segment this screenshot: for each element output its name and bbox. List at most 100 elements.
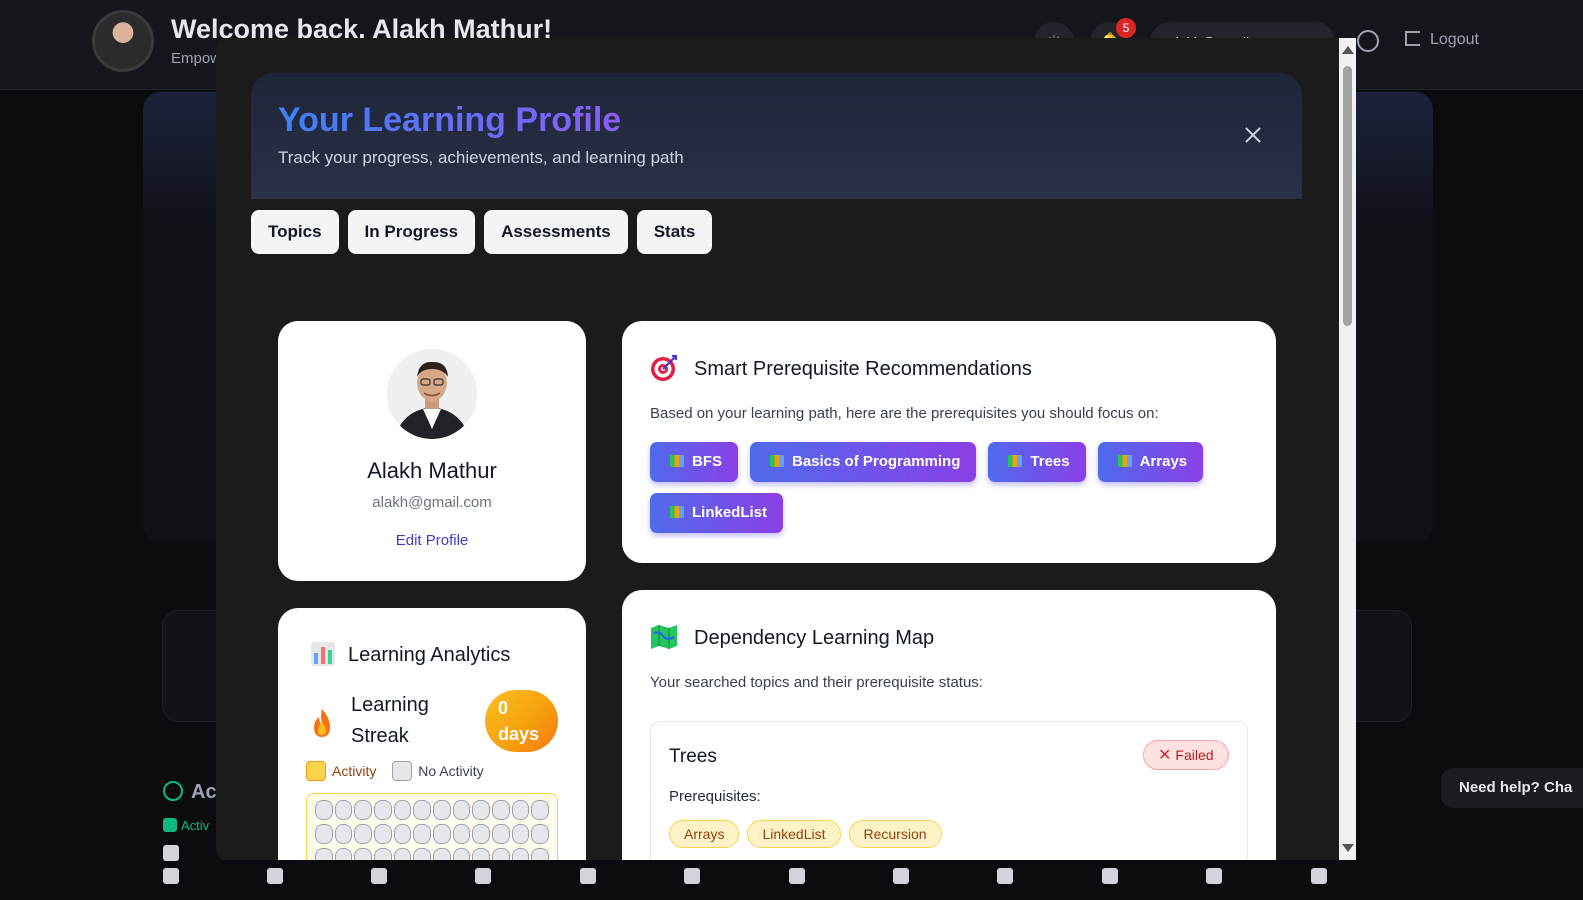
heatmap-cell xyxy=(511,800,530,820)
recommendations-title-text: Smart Prerequisite Recommendations xyxy=(694,358,1032,380)
activity-legend: Activity No Activity xyxy=(306,761,484,781)
prereq-chip-arrays[interactable]: Arrays xyxy=(1097,442,1204,482)
logout-button[interactable]: Logout xyxy=(1405,31,1479,49)
logout-icon xyxy=(1405,31,1420,46)
books-icon xyxy=(770,455,784,467)
heatmap-cell xyxy=(433,848,451,860)
tab-topics[interactable]: Topics xyxy=(251,210,339,254)
chat-icon[interactable] xyxy=(1357,30,1379,52)
activity-square xyxy=(580,868,596,884)
prerequisite-pill[interactable]: Arrays xyxy=(669,820,740,848)
profile-tabs: Topics In Progress Assessments Stats xyxy=(251,210,713,254)
activity-swatch xyxy=(306,761,326,781)
dependency-map-title: Dependency Learning Map xyxy=(650,623,934,651)
prerequisites-label: Prerequisites: xyxy=(669,788,761,805)
activity-square xyxy=(997,868,1013,884)
activity-square xyxy=(163,868,179,884)
heatmap-cell xyxy=(354,848,373,860)
topic-name: Trees xyxy=(669,746,717,767)
streak-value: 0 xyxy=(498,698,509,718)
heatmap-cell xyxy=(492,848,510,860)
heatmap-cell xyxy=(452,848,471,860)
heatmap-cell xyxy=(413,848,432,860)
chip-label: Arrays xyxy=(1139,453,1188,470)
prerequisite-pills: Arrays LinkedList Recursion xyxy=(669,820,942,848)
recommendations-title: Smart Prerequisite Recommendations xyxy=(650,354,1032,382)
dependency-learning-map-card: Dependency Learning Map Your searched to… xyxy=(622,590,1276,860)
header-avatar[interactable] xyxy=(92,10,154,72)
legend-no-activity-label: No Activity xyxy=(418,763,484,779)
no-activity-swatch xyxy=(392,761,413,781)
heatmap-cell xyxy=(413,824,432,844)
profile-avatar xyxy=(387,349,477,439)
legend-activity-label: Activity xyxy=(332,763,377,779)
recommendations-description: Based on your learning path, here are th… xyxy=(650,405,1159,422)
tab-assessments[interactable]: Assessments xyxy=(484,210,628,254)
help-chat-button[interactable]: Need help? Cha xyxy=(1441,768,1583,808)
books-icon xyxy=(1008,455,1023,467)
activity-legend: Activ xyxy=(163,818,209,833)
modal-header: Your Learning Profile Track your progres… xyxy=(251,73,1302,199)
heatmap-cell xyxy=(452,800,471,820)
analytics-title: Learning Analytics xyxy=(310,641,510,667)
activity-square xyxy=(1311,868,1327,884)
edit-profile-link[interactable]: Edit Profile xyxy=(278,532,586,549)
map-icon xyxy=(651,625,677,649)
profile-email: alakh@gmail.com xyxy=(372,494,492,511)
heatmap-cell xyxy=(393,824,412,844)
heatmap-cell xyxy=(531,848,550,860)
heatmap-cell xyxy=(334,800,353,820)
heatmap-cell xyxy=(472,800,491,820)
bar-chart-icon xyxy=(311,642,335,666)
clock-icon xyxy=(163,781,183,801)
heatmap-cell xyxy=(334,848,353,860)
heatmap-cell xyxy=(315,848,333,860)
heatmap-cell xyxy=(334,824,353,844)
tab-stats[interactable]: Stats xyxy=(636,210,713,254)
status-text: Failed xyxy=(1175,747,1214,763)
heatmap-cell xyxy=(472,824,491,844)
logout-label: Logout xyxy=(1430,31,1479,48)
prereq-chip-trees[interactable]: Trees xyxy=(988,442,1086,482)
prerequisite-pill[interactable]: Recursion xyxy=(848,820,942,848)
activity-square xyxy=(789,868,805,884)
heatmap-row xyxy=(315,848,550,860)
chip-label: Basics of Programming xyxy=(792,453,961,470)
scroll-down-icon[interactable] xyxy=(1342,844,1354,852)
legend-text: Activ xyxy=(181,818,210,833)
notification-badge: 5 xyxy=(1116,18,1136,38)
dependency-map-description: Your searched topics and their prerequis… xyxy=(650,674,983,691)
heatmap-cell xyxy=(472,848,491,860)
heatmap-cell xyxy=(492,800,510,820)
prerequisite-recommendations-card: Smart Prerequisite Recommendations Based… xyxy=(622,321,1276,563)
prerequisite-pill[interactable]: LinkedList xyxy=(747,820,841,848)
scroll-up-icon[interactable] xyxy=(1342,46,1354,54)
scrollbar-thumb[interactable] xyxy=(1343,66,1352,326)
chip-label: Trees xyxy=(1030,453,1070,470)
heatmap-cell xyxy=(315,824,333,844)
streak-label-line1: Learning xyxy=(351,694,429,716)
prereq-chip-bfs[interactable]: BFS xyxy=(650,442,738,482)
status-badge: ✕ Failed xyxy=(1143,740,1229,770)
heatmap-row xyxy=(315,800,550,820)
heatmap-cell xyxy=(433,800,451,820)
books-icon xyxy=(670,506,684,518)
close-icon[interactable] xyxy=(1236,118,1270,152)
activity-square xyxy=(267,868,283,884)
cross-icon: ✕ xyxy=(1158,747,1172,764)
profile-name: Alakh Mathur xyxy=(367,458,497,483)
prereq-chip-basics-of-programming[interactable]: Basics of Programming xyxy=(750,442,977,482)
modal-scrollbar[interactable] xyxy=(1339,38,1356,860)
heatmap-cell xyxy=(374,848,392,860)
profile-card: Alakh Mathur alakh@gmail.com Edit Profil… xyxy=(278,321,586,581)
heatmap-cell xyxy=(511,824,530,844)
legend-swatch xyxy=(163,818,177,832)
tab-in-progress[interactable]: In Progress xyxy=(347,210,476,254)
modal-title: Your Learning Profile xyxy=(278,101,622,139)
streak-label-line2: Streak xyxy=(351,725,409,747)
chip-label: BFS xyxy=(692,453,722,470)
heatmap-row xyxy=(315,824,550,844)
topic-card-trees: Trees ✕ Failed Prerequisites: Arrays Link… xyxy=(650,721,1248,860)
prereq-chip-linkedlist[interactable]: LinkedList xyxy=(650,493,784,533)
activity-heatmap xyxy=(306,793,558,860)
